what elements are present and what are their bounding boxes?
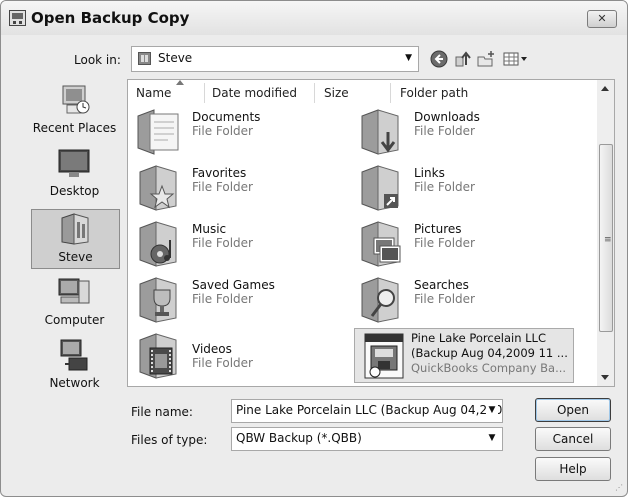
list-item[interactable]: Links File Folder [358,164,588,216]
desktop-icon [58,149,90,177]
item-type: QuickBooks Company Ba... [411,361,567,375]
look-in-value: Steve [158,51,193,65]
cancel-button[interactable]: Cancel [535,427,611,451]
item-name: Downloads [414,110,480,124]
files-of-type-dropdown[interactable]: QBW Backup (*.QBB) ▼ [231,427,503,451]
item-type: File Folder [192,180,253,194]
sort-ascending-icon [176,80,184,85]
back-icon[interactable] [429,49,449,69]
documents-folder-icon [137,109,179,155]
place-network[interactable]: Network [31,336,118,394]
column-separator[interactable] [314,83,315,103]
column-header-date-modified[interactable]: Date modified [212,86,297,100]
column-header-name[interactable]: Name [136,86,171,100]
item-type: File Folder [192,356,253,370]
place-steve[interactable]: Steve [31,209,120,269]
place-desktop[interactable]: Desktop [31,144,118,202]
column-header-size[interactable]: Size [324,86,349,100]
new-folder-icon[interactable] [476,49,496,69]
item-type: File Folder [192,124,253,138]
item-type: File Folder [192,292,253,306]
item-name: Links [414,166,445,180]
item-name: Pine Lake Porcelain LLC [411,331,546,345]
file-name-label: File name: [131,405,193,419]
place-label: Steve [58,250,93,264]
resize-grip-icon[interactable]: ⋰ [615,483,623,492]
links-folder-icon [361,165,399,211]
files-of-type-value: QBW Backup (*.QBB) [236,431,362,445]
downloads-folder-icon [361,109,399,155]
close-icon: ✕ [597,12,607,25]
file-list: Name Date modified Size Folder path Docu… [127,79,599,387]
title-bar: Open Backup Copy ✕ [1,1,627,35]
scrollbar-thumb[interactable]: ≡ [599,144,613,332]
place-label: Computer [44,313,105,327]
open-button[interactable]: Open [535,398,611,422]
up-folder-icon[interactable] [453,49,473,69]
searches-folder-icon [361,277,399,323]
item-type: File Folder [414,124,475,138]
videos-folder-icon [139,333,177,379]
look-in-label: Look in: [74,53,121,67]
list-item[interactable]: Music File Folder [136,220,366,272]
favorites-folder-icon [139,165,177,211]
item-name: Videos [192,342,232,356]
files-of-type-label: Files of type: [131,433,208,447]
item-subtitle: (Backup Aug 04,2009 11 ... [411,346,568,360]
look-in-dropdown[interactable]: Steve ▼ [131,46,419,72]
help-button[interactable]: Help [535,457,611,481]
chevron-down-icon: ▼ [486,433,498,447]
item-name: Saved Games [192,278,275,292]
file-name-input[interactable]: Pine Lake Porcelain LLC (Backup Aug 04,2… [231,399,503,423]
item-type: File Folder [414,236,475,250]
scroll-down-icon[interactable] [601,375,609,380]
music-folder-icon [139,221,177,267]
places-bar: Recent Places Desktop Steve Computer Net… [27,77,122,390]
window-title: Open Backup Copy [31,9,190,27]
scroll-up-icon[interactable] [601,86,609,91]
list-item[interactable]: Pictures File Folder [358,220,588,272]
item-type: File Folder [192,236,253,250]
list-item[interactable]: Documents File Folder [136,108,366,160]
views-menu-icon[interactable] [502,49,530,69]
close-button[interactable]: ✕ [587,10,617,28]
place-label: Network [49,376,100,390]
place-label: Desktop [49,184,100,198]
list-item-selected[interactable]: Pine Lake Porcelain LLC (Backup Aug 04,2… [354,328,574,383]
computer-icon [58,278,90,304]
open-backup-dialog: Open Backup Copy ✕ Look in: Steve ▼ Rece… [0,0,628,497]
chevron-down-icon[interactable]: ▼ [486,405,498,419]
app-icon [9,10,26,26]
list-item[interactable]: Downloads File Folder [358,108,588,160]
pictures-folder-icon [361,221,401,267]
saved-games-folder-icon [139,277,177,323]
column-separator[interactable] [204,83,205,103]
user-folder-icon [138,52,151,65]
item-type: File Folder [414,180,475,194]
item-name: Music [192,222,227,236]
column-header-folder-path[interactable]: Folder path [400,86,468,100]
chevron-down-icon: ▼ [405,53,412,63]
place-recent-places[interactable]: Recent Places [31,81,118,139]
item-type: File Folder [414,292,475,306]
item-name: Pictures [414,222,462,236]
network-icon [60,339,88,371]
quickbooks-backup-file-icon [364,333,404,379]
column-separator[interactable] [390,83,391,103]
file-name-value: Pine Lake Porcelain LLC (Backup Aug 04,2… [236,403,503,417]
grip-icon: ≡ [604,235,612,245]
place-computer[interactable]: Computer [31,273,118,331]
recent-places-icon [62,85,90,114]
list-item[interactable]: Searches File Folder [358,276,588,328]
vertical-scrollbar[interactable]: ≡ [597,79,615,387]
list-item[interactable]: Videos File Folder [136,332,366,384]
user-folder-icon [61,213,89,245]
place-label: Recent Places [32,121,117,135]
item-name: Searches [414,278,469,292]
list-item[interactable]: Saved Games File Folder [136,276,366,328]
item-name: Favorites [192,166,247,180]
item-name: Documents [192,110,261,124]
list-item[interactable]: Favorites File Folder [136,164,366,216]
